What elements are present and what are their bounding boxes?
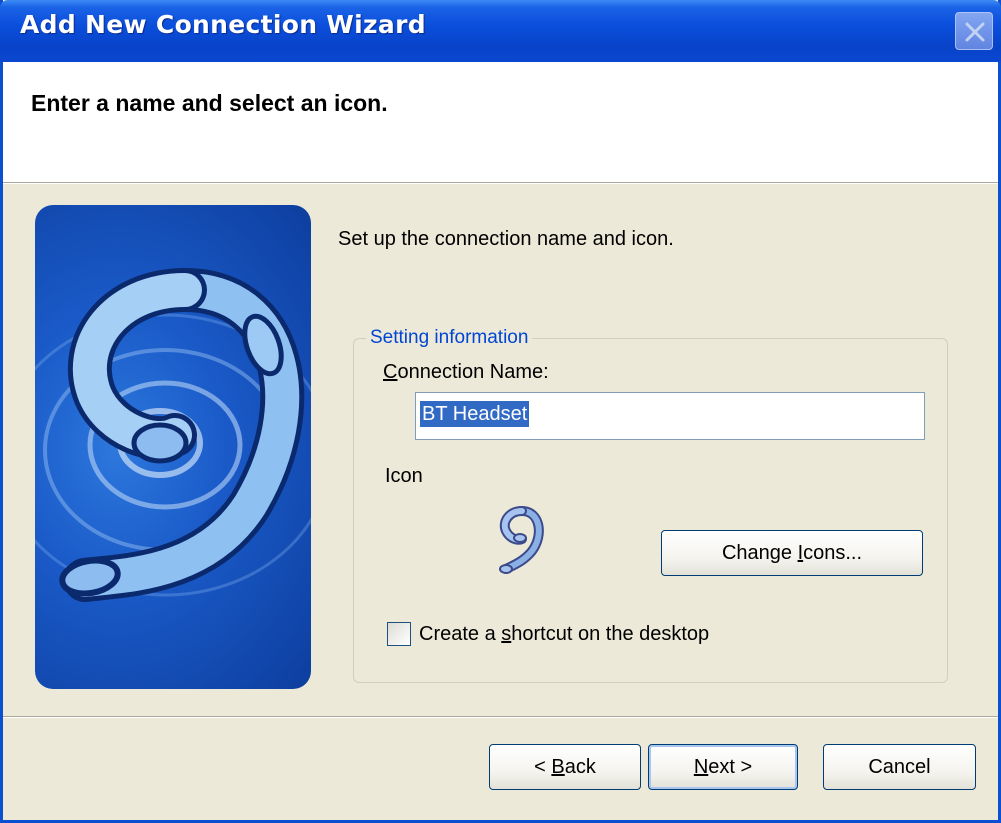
cancel-button[interactable]: Cancel — [823, 744, 976, 790]
connection-name-value: BT Headset — [420, 401, 530, 427]
headset-illustration — [35, 205, 311, 689]
shortcut-checkbox-label[interactable]: Create a shortcut on the desktop — [419, 623, 709, 646]
close-button[interactable] — [955, 12, 993, 50]
wizard-subtitle: Set up the connection name and icon. — [338, 228, 674, 250]
group-legend: Setting information — [366, 327, 533, 349]
close-icon — [965, 22, 985, 42]
footer-divider — [3, 716, 998, 718]
next-button[interactable]: Next > — [648, 744, 798, 790]
connection-name-label: Connection Name: — [383, 361, 549, 383]
change-icons-button[interactable]: Change Icons... — [661, 530, 923, 576]
headset-art-icon — [35, 268, 311, 602]
wizard-header: Enter a name and select an icon. — [3, 62, 998, 184]
back-button[interactable]: < Back — [489, 744, 641, 790]
wizard-window: Add New Connection Wizard Enter a name a… — [0, 0, 1001, 823]
page-title: Enter a name and select an icon. — [31, 90, 388, 116]
icon-label: Icon — [385, 465, 423, 487]
title-bar[interactable]: Add New Connection Wizard — [0, 0, 1001, 62]
window-title: Add New Connection Wizard — [20, 10, 426, 39]
headset-icon — [499, 506, 544, 574]
connection-name-input[interactable]: BT Headset — [415, 392, 925, 440]
shortcut-checkbox[interactable] — [387, 622, 411, 646]
